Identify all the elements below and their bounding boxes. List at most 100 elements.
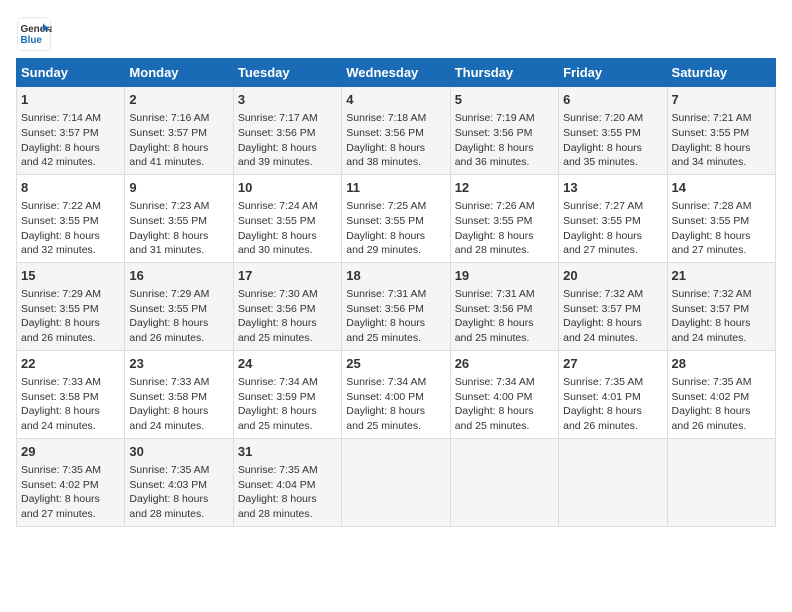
week-row-4: 22 Sunrise: 7:33 AM Sunset: 3:58 PM Dayli… — [17, 350, 776, 438]
day-info: Sunrise: 7:35 AM Sunset: 4:02 PM Dayligh… — [21, 463, 120, 522]
calendar-table: SundayMondayTuesdayWednesdayThursdayFrid… — [16, 58, 776, 527]
calendar-cell: 29Sunrise: 7:35 AM Sunset: 4:02 PM Dayli… — [17, 438, 125, 526]
week-row-3: 15 Sunrise: 7:29 AM Sunset: 3:55 PM Dayli… — [17, 262, 776, 350]
calendar-cell: 21 Sunrise: 7:32 AM Sunset: 3:57 PM Dayli… — [667, 262, 775, 350]
day-info: Sunrise: 7:35 AM Sunset: 4:02 PM Dayligh… — [672, 375, 771, 434]
calendar-cell: 11 Sunrise: 7:25 AM Sunset: 3:55 PM Dayli… — [342, 174, 450, 262]
calendar-cell: 27 Sunrise: 7:35 AM Sunset: 4:01 PM Dayli… — [559, 350, 667, 438]
day-info: Sunrise: 7:31 AM Sunset: 3:56 PM Dayligh… — [346, 287, 445, 346]
calendar-cell: 28Sunrise: 7:35 AM Sunset: 4:02 PM Dayli… — [667, 350, 775, 438]
day-number: 6 — [563, 91, 662, 109]
day-info: Sunrise: 7:17 AM Sunset: 3:56 PM Dayligh… — [238, 111, 337, 170]
header-day-wednesday: Wednesday — [342, 59, 450, 87]
day-info: Sunrise: 7:33 AM Sunset: 3:58 PM Dayligh… — [129, 375, 228, 434]
calendar-cell: 25Sunrise: 7:34 AM Sunset: 4:00 PM Dayli… — [342, 350, 450, 438]
calendar-cell: 4 Sunrise: 7:18 AM Sunset: 3:56 PM Daylig… — [342, 87, 450, 175]
day-info: Sunrise: 7:33 AM Sunset: 3:58 PM Dayligh… — [21, 375, 120, 434]
calendar-cell: 10 Sunrise: 7:24 AM Sunset: 3:55 PM Dayli… — [233, 174, 341, 262]
header-day-tuesday: Tuesday — [233, 59, 341, 87]
calendar-cell — [559, 438, 667, 526]
day-number: 3 — [238, 91, 337, 109]
calendar-cell: 6 Sunrise: 7:20 AM Sunset: 3:55 PM Daylig… — [559, 87, 667, 175]
day-info: Sunrise: 7:20 AM Sunset: 3:55 PM Dayligh… — [563, 111, 662, 170]
day-number: 18 — [346, 267, 445, 285]
calendar-cell: 8 Sunrise: 7:22 AM Sunset: 3:55 PM Daylig… — [17, 174, 125, 262]
day-number: 11 — [346, 179, 445, 197]
calendar-cell: 20 Sunrise: 7:32 AM Sunset: 3:57 PM Dayli… — [559, 262, 667, 350]
day-number: 16 — [129, 267, 228, 285]
calendar-cell: 19Sunrise: 7:31 AM Sunset: 3:56 PM Dayli… — [450, 262, 558, 350]
day-info: Sunrise: 7:18 AM Sunset: 3:56 PM Dayligh… — [346, 111, 445, 170]
day-number: 27 — [563, 355, 662, 373]
header-day-sunday: Sunday — [17, 59, 125, 87]
calendar-cell: 17Sunrise: 7:30 AM Sunset: 3:56 PM Dayli… — [233, 262, 341, 350]
calendar-cell: 14 Sunrise: 7:28 AM Sunset: 3:55 PM Dayli… — [667, 174, 775, 262]
day-info: Sunrise: 7:29 AM Sunset: 3:55 PM Dayligh… — [129, 287, 228, 346]
day-info: Sunrise: 7:26 AM Sunset: 3:55 PM Dayligh… — [455, 199, 554, 258]
calendar-cell: 1 Sunrise: 7:14 AM Sunset: 3:57 PM Daylig… — [17, 87, 125, 175]
day-number: 20 — [563, 267, 662, 285]
day-info: Sunrise: 7:29 AM Sunset: 3:55 PM Dayligh… — [21, 287, 120, 346]
day-number: 23 — [129, 355, 228, 373]
svg-text:Blue: Blue — [21, 35, 43, 46]
day-info: Sunrise: 7:24 AM Sunset: 3:55 PM Dayligh… — [238, 199, 337, 258]
day-number: 15 — [21, 267, 120, 285]
day-number: 5 — [455, 91, 554, 109]
day-number: 8 — [21, 179, 120, 197]
day-info: Sunrise: 7:30 AM Sunset: 3:56 PM Dayligh… — [238, 287, 337, 346]
day-number: 19 — [455, 267, 554, 285]
day-number: 14 — [672, 179, 771, 197]
calendar-cell: 16 Sunrise: 7:29 AM Sunset: 3:55 PM Dayli… — [125, 262, 233, 350]
day-number: 26 — [455, 355, 554, 373]
day-number: 22 — [21, 355, 120, 373]
header-day-monday: Monday — [125, 59, 233, 87]
day-number: 25 — [346, 355, 445, 373]
logo-icon: General Blue — [16, 16, 52, 52]
header-day-saturday: Saturday — [667, 59, 775, 87]
day-info: Sunrise: 7:19 AM Sunset: 3:56 PM Dayligh… — [455, 111, 554, 170]
day-info: Sunrise: 7:35 AM Sunset: 4:01 PM Dayligh… — [563, 375, 662, 434]
day-number: 12 — [455, 179, 554, 197]
day-info: Sunrise: 7:14 AM Sunset: 3:57 PM Dayligh… — [21, 111, 120, 170]
day-info: Sunrise: 7:32 AM Sunset: 3:57 PM Dayligh… — [563, 287, 662, 346]
week-row-2: 8 Sunrise: 7:22 AM Sunset: 3:55 PM Daylig… — [17, 174, 776, 262]
calendar-cell: 23 Sunrise: 7:33 AM Sunset: 3:58 PM Dayli… — [125, 350, 233, 438]
calendar-body: 1 Sunrise: 7:14 AM Sunset: 3:57 PM Daylig… — [17, 87, 776, 527]
calendar-cell: 15 Sunrise: 7:29 AM Sunset: 3:55 PM Dayli… — [17, 262, 125, 350]
day-info: Sunrise: 7:27 AM Sunset: 3:55 PM Dayligh… — [563, 199, 662, 258]
day-info: Sunrise: 7:32 AM Sunset: 3:57 PM Dayligh… — [672, 287, 771, 346]
day-number: 4 — [346, 91, 445, 109]
calendar-header: SundayMondayTuesdayWednesdayThursdayFrid… — [17, 59, 776, 87]
logo: General Blue — [16, 16, 56, 52]
calendar-cell: 7Sunrise: 7:21 AM Sunset: 3:55 PM Daylig… — [667, 87, 775, 175]
header-day-friday: Friday — [559, 59, 667, 87]
day-number: 2 — [129, 91, 228, 109]
day-number: 9 — [129, 179, 228, 197]
header-day-thursday: Thursday — [450, 59, 558, 87]
calendar-cell: 13Sunrise: 7:27 AM Sunset: 3:55 PM Dayli… — [559, 174, 667, 262]
calendar-cell: 31Sunrise: 7:35 AM Sunset: 4:04 PM Dayli… — [233, 438, 341, 526]
day-info: Sunrise: 7:34 AM Sunset: 3:59 PM Dayligh… — [238, 375, 337, 434]
calendar-cell: 22 Sunrise: 7:33 AM Sunset: 3:58 PM Dayli… — [17, 350, 125, 438]
day-info: Sunrise: 7:35 AM Sunset: 4:03 PM Dayligh… — [129, 463, 228, 522]
week-row-1: 1 Sunrise: 7:14 AM Sunset: 3:57 PM Daylig… — [17, 87, 776, 175]
calendar-cell: 18 Sunrise: 7:31 AM Sunset: 3:56 PM Dayli… — [342, 262, 450, 350]
day-info: Sunrise: 7:21 AM Sunset: 3:55 PM Dayligh… — [672, 111, 771, 170]
day-number: 21 — [672, 267, 771, 285]
day-number: 1 — [21, 91, 120, 109]
day-info: Sunrise: 7:28 AM Sunset: 3:55 PM Dayligh… — [672, 199, 771, 258]
day-info: Sunrise: 7:22 AM Sunset: 3:55 PM Dayligh… — [21, 199, 120, 258]
calendar-cell: 12 Sunrise: 7:26 AM Sunset: 3:55 PM Dayli… — [450, 174, 558, 262]
day-info: Sunrise: 7:25 AM Sunset: 3:55 PM Dayligh… — [346, 199, 445, 258]
calendar-cell — [667, 438, 775, 526]
calendar-cell: 26 Sunrise: 7:34 AM Sunset: 4:00 PM Dayli… — [450, 350, 558, 438]
day-info: Sunrise: 7:34 AM Sunset: 4:00 PM Dayligh… — [455, 375, 554, 434]
day-number: 30 — [129, 443, 228, 461]
calendar-cell: 5 Sunrise: 7:19 AM Sunset: 3:56 PM Daylig… — [450, 87, 558, 175]
day-number: 10 — [238, 179, 337, 197]
day-info: Sunrise: 7:23 AM Sunset: 3:55 PM Dayligh… — [129, 199, 228, 258]
calendar-cell: 3 Sunrise: 7:17 AM Sunset: 3:56 PM Daylig… — [233, 87, 341, 175]
header: General Blue — [16, 16, 776, 52]
day-info: Sunrise: 7:16 AM Sunset: 3:57 PM Dayligh… — [129, 111, 228, 170]
day-number: 24 — [238, 355, 337, 373]
